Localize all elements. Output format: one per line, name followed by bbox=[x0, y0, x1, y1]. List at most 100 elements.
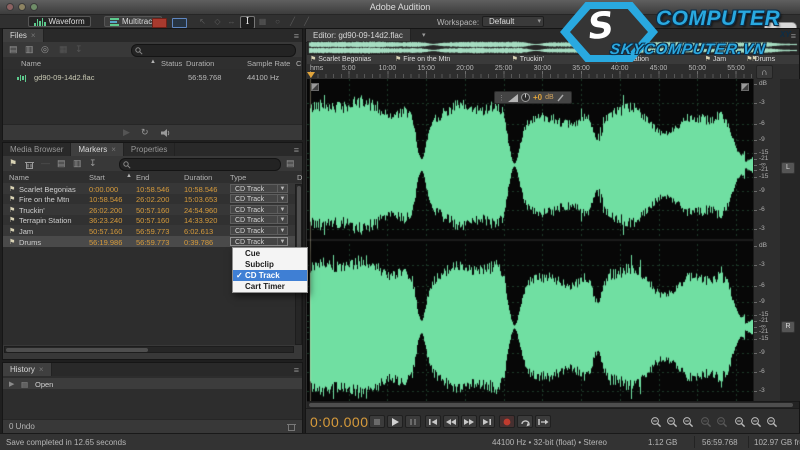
zoom-full-icon[interactable] bbox=[681, 416, 695, 428]
zoom-selection-icon[interactable] bbox=[733, 416, 747, 428]
slip-tool-icon[interactable]: ↔ bbox=[225, 16, 238, 27]
waveform-display[interactable]: ⋮ +0 dB bbox=[307, 79, 753, 401]
zoom-out-amplitude-icon[interactable] bbox=[715, 416, 729, 428]
open-file-icon[interactable]: ▤ bbox=[9, 44, 18, 55]
marker-type-dropdown[interactable]: CD Track ▼ bbox=[230, 225, 288, 235]
insert-into-multitrack-icon[interactable]: ↧ bbox=[75, 44, 83, 55]
timeline-ruler[interactable]: hms 5:00 10:00 15:00 20:00 25:00 30:00 35:00 40… bbox=[307, 64, 799, 80]
chevron-down-icon[interactable]: ▼ bbox=[277, 205, 287, 213]
spot-healing-tool-icon[interactable]: ╱ bbox=[300, 16, 313, 27]
insert-into-playlist-icon[interactable]: ▤ bbox=[57, 158, 66, 169]
chevron-down-icon[interactable]: ▼ bbox=[277, 226, 287, 234]
paintbrush-tool-icon[interactable]: ╱ bbox=[286, 16, 299, 27]
panel-menu-icon[interactable]: ≡ bbox=[294, 31, 299, 41]
left-channel-badge[interactable]: L bbox=[781, 162, 795, 174]
add-marker-icon[interactable]: ⚑ bbox=[9, 158, 17, 169]
zoom-selection-left-icon[interactable] bbox=[749, 416, 763, 428]
timeline-marker-flag[interactable]: ⚑ Fire on the Mtn bbox=[395, 55, 450, 63]
save-markers-icon[interactable]: ↧ bbox=[89, 158, 97, 169]
zoom-selection-right-icon[interactable] bbox=[765, 416, 779, 428]
panel-menu-icon[interactable]: ≡ bbox=[294, 145, 299, 155]
go-to-start-button[interactable] bbox=[425, 415, 441, 428]
rewind-button[interactable] bbox=[443, 415, 459, 428]
close-tab-icon[interactable]: × bbox=[111, 145, 116, 154]
file-row[interactable]: gd90-09-14d2.flac 56:59.768 44100 Hz bbox=[3, 71, 302, 82]
marker-row[interactable]: ⚑ Scarlet Begonias 0:00.000 10:58.546 10:58.… bbox=[3, 183, 302, 194]
merge-markers-icon[interactable]: — bbox=[41, 158, 50, 169]
chevron-down-icon[interactable]: ▼ bbox=[277, 195, 287, 203]
timeline-marker-flag[interactable]: ⚑ Terrapin Station bbox=[592, 55, 649, 63]
fast-forward-button[interactable] bbox=[461, 415, 477, 428]
delete-marker-icon[interactable] bbox=[25, 160, 34, 169]
marker-row[interactable]: ⚑ Truckin' 26:02.200 50:57.160 24:54.960 CD T… bbox=[3, 204, 302, 215]
chevron-down-icon[interactable]: ▼ bbox=[277, 237, 287, 245]
export-markers-icon[interactable]: ▥ bbox=[73, 158, 82, 169]
context-menu-item[interactable]: ✓ CD Track bbox=[233, 270, 307, 281]
tab-media-browser[interactable]: Media Browser bbox=[3, 143, 72, 156]
markers-hscrollbar[interactable] bbox=[4, 346, 294, 353]
history-entry[interactable]: ▶ ▤ Open bbox=[3, 378, 302, 389]
tab-properties[interactable]: Properties bbox=[124, 143, 176, 156]
panel-menu-icon[interactable]: ≡ bbox=[791, 31, 796, 41]
marker-row[interactable]: ⚑ Terrapin Station 36:23.240 50:57.160 14:33… bbox=[3, 214, 302, 226]
panel-menu-icon[interactable]: ≡ bbox=[294, 365, 299, 375]
tab-history[interactable]: History × bbox=[3, 363, 52, 376]
gain-hud[interactable]: ⋮ +0 dB bbox=[494, 91, 572, 104]
stop-button[interactable] bbox=[369, 415, 385, 428]
context-menu-item[interactable]: Subclip bbox=[233, 259, 307, 270]
hud-grip-icon[interactable]: ⋮ bbox=[498, 94, 505, 102]
marker-type-dropdown[interactable]: CD Track ▼ bbox=[230, 215, 288, 225]
razor-tool-icon[interactable]: ◇ bbox=[211, 16, 224, 27]
chevron-down-icon[interactable]: ▼ bbox=[277, 184, 287, 192]
zoom-in-amplitude-icon[interactable] bbox=[699, 416, 713, 428]
context-menu-item[interactable]: Cart Timer bbox=[233, 281, 307, 292]
snap-toggle-icon[interactable]: ∩ bbox=[756, 65, 773, 79]
extract-audio-icon[interactable]: ◎ bbox=[41, 44, 49, 55]
new-multitrack-icon[interactable]: ▦ bbox=[59, 44, 68, 55]
editor-dropdown-icon[interactable]: ▾ bbox=[422, 31, 426, 39]
loop-playback-button[interactable] bbox=[517, 415, 533, 428]
tab-files[interactable]: Files × bbox=[3, 29, 44, 42]
marker-type-dropdown[interactable]: CD Track ▼ bbox=[230, 194, 288, 204]
workspace-dropdown[interactable]: Default bbox=[482, 16, 544, 27]
time-display[interactable]: 0:00.000 bbox=[310, 414, 369, 430]
marker-type-dropdown[interactable]: CD Track ▼ bbox=[230, 183, 288, 193]
timeline-marker-flag[interactable]: ⚑ bbox=[751, 55, 757, 63]
move-tool-icon[interactable]: ↖ bbox=[196, 16, 209, 27]
markers-search-input[interactable] bbox=[119, 158, 281, 171]
trash-icon[interactable] bbox=[287, 422, 296, 431]
zoom-out-time-icon[interactable] bbox=[665, 416, 679, 428]
marker-type-dropdown[interactable]: CD Track ▼ bbox=[230, 236, 288, 246]
go-to-end-button[interactable] bbox=[479, 415, 495, 428]
loop-preview-icon[interactable]: ↻ bbox=[141, 127, 149, 138]
chevron-down-icon[interactable]: ▼ bbox=[277, 216, 287, 224]
list-view-icon[interactable]: ▤ bbox=[286, 158, 295, 169]
skip-to-selection-button[interactable] bbox=[535, 415, 551, 428]
amplitude-ruler[interactable]: dB -3 -6 -9 -15 -21 -∞ -21 -15 -9 -6 -3 dB -3 -6 -9 -15-… bbox=[753, 79, 780, 401]
close-tab-icon[interactable]: × bbox=[31, 31, 36, 40]
timeline-marker-flag[interactable]: ⚑ Scarlet Begonias bbox=[310, 55, 371, 63]
title-bar[interactable]: Adobe Audition bbox=[0, 0, 800, 15]
pin-hud-icon[interactable] bbox=[557, 94, 564, 102]
pause-button[interactable] bbox=[405, 415, 421, 428]
files-search-input[interactable] bbox=[131, 44, 296, 57]
fade-out-handle-icon[interactable] bbox=[741, 83, 749, 91]
marquee-selection-tool-icon[interactable]: ▦ bbox=[256, 16, 269, 27]
timeline-marker-flag[interactable]: ⚑ Jam bbox=[705, 55, 726, 63]
waveform-mode-button[interactable]: Waveform bbox=[28, 16, 91, 27]
playhead-caret[interactable] bbox=[307, 72, 315, 78]
play-button[interactable] bbox=[387, 415, 403, 428]
marker-type-dropdown[interactable]: CD Track ▼ bbox=[230, 204, 288, 214]
tab-markers[interactable]: Markers × bbox=[71, 143, 124, 156]
overview-strip[interactable] bbox=[307, 41, 799, 56]
marker-row[interactable]: ⚑ Fire on the Mtn 10:58.546 26:02.200 15:03.… bbox=[3, 193, 302, 205]
import-file-icon[interactable]: ▥ bbox=[25, 44, 34, 55]
gain-knob-icon[interactable] bbox=[521, 93, 530, 102]
fade-in-handle-icon[interactable] bbox=[311, 83, 319, 91]
record-button[interactable] bbox=[499, 415, 515, 428]
context-menu-item[interactable]: Cue bbox=[233, 248, 307, 259]
spectral-display-icon[interactable] bbox=[172, 18, 187, 28]
lasso-selection-tool-icon[interactable]: ○ bbox=[271, 16, 284, 27]
right-channel-badge[interactable]: R bbox=[781, 321, 795, 333]
close-tab-icon[interactable]: × bbox=[39, 365, 44, 374]
